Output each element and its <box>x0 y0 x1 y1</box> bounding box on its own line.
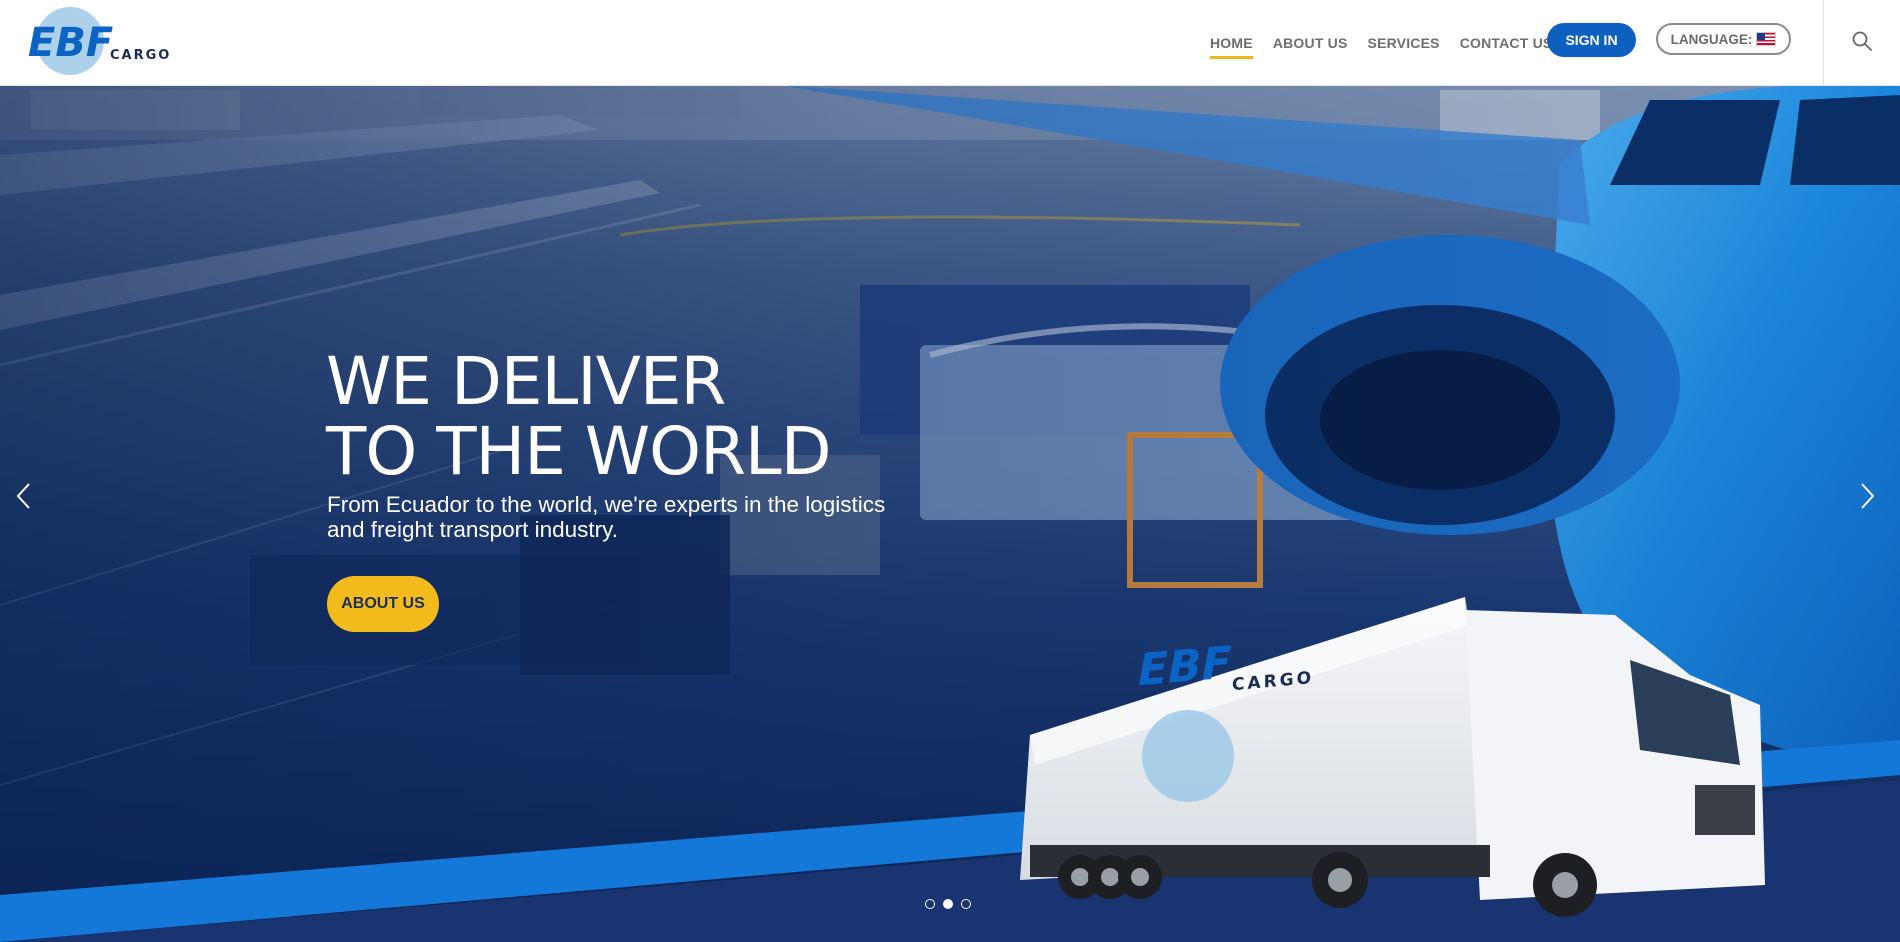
nav-about-us[interactable]: ABOUT US <box>1273 27 1348 59</box>
slider-pagination <box>925 899 971 909</box>
hero-title-line-2: TO THE WORLD <box>326 413 832 490</box>
chevron-left-icon[interactable] <box>12 478 36 514</box>
site-header: EBF CARGO HOME ABOUT US SERVICES CONTACT… <box>0 0 1900 86</box>
slider-dot-2[interactable] <box>943 899 953 909</box>
nav-contact-us[interactable]: CONTACT US <box>1460 27 1553 59</box>
nav-services[interactable]: SERVICES <box>1368 27 1440 59</box>
header-divider <box>1823 0 1824 85</box>
hero-subtitle: From Ecuador to the world, we're experts… <box>327 492 967 542</box>
logo-subtext: CARGO <box>110 48 171 63</box>
logo-mark-text: EBF <box>28 20 113 66</box>
search-icon[interactable] <box>1851 30 1873 52</box>
truck-logo-text: EBF <box>1138 637 1232 696</box>
main-nav: HOME ABOUT US SERVICES CONTACT US <box>1210 0 1552 85</box>
hero-title-line-1: WE DELIVER <box>326 343 726 420</box>
chevron-right-icon[interactable] <box>1855 478 1879 514</box>
ebf-cargo-logo[interactable]: EBF CARGO <box>26 5 186 77</box>
slider-dot-1[interactable] <box>925 899 935 909</box>
slider-dot-3[interactable] <box>961 899 971 909</box>
language-label: LANGUAGE: <box>1670 31 1753 47</box>
hero-subtitle-line-2: and freight transport industry. <box>327 517 618 542</box>
us-flag-icon <box>1756 32 1777 46</box>
hero-title: WE DELIVER TO THE WORLD <box>326 343 832 490</box>
hero-slider: EBF CARGO WE DELIVER TO THE WORLD From E… <box>0 85 1900 942</box>
nav-home[interactable]: HOME <box>1210 27 1253 59</box>
hero-subtitle-line-1: From Ecuador to the world, we're experts… <box>327 492 886 517</box>
language-button[interactable]: LANGUAGE: <box>1656 23 1791 55</box>
about-us-cta-button[interactable]: ABOUT US <box>327 576 439 632</box>
sign-in-button[interactable]: SIGN IN <box>1547 23 1636 57</box>
